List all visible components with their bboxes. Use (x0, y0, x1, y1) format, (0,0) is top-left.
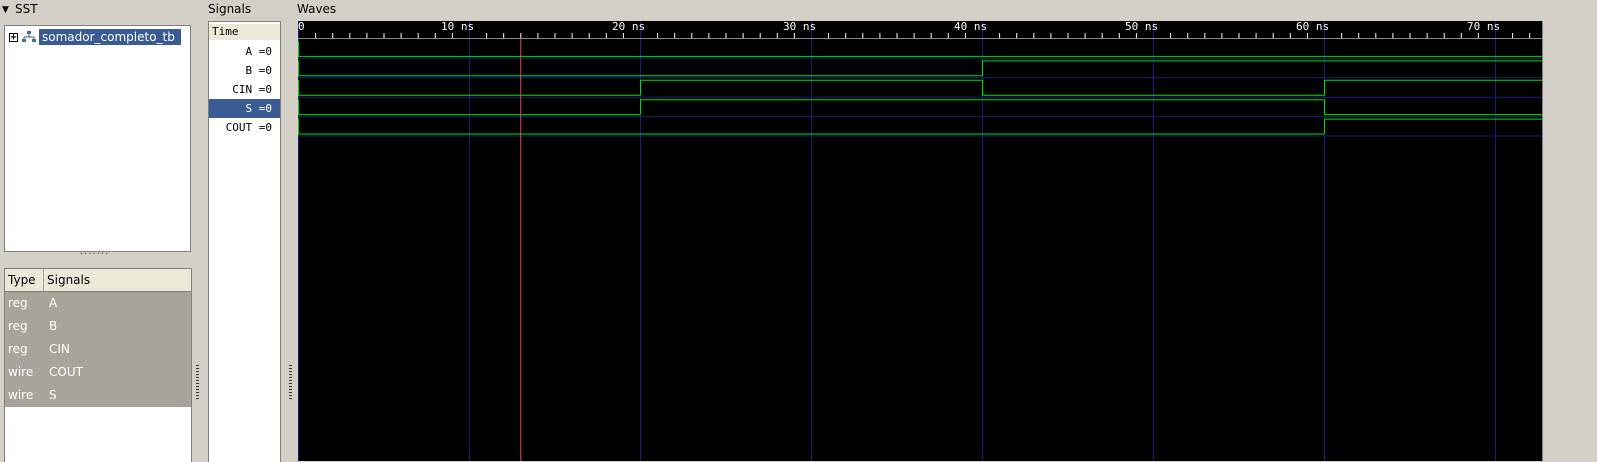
sst-collapse-icon[interactable]: ▼ (2, 5, 9, 15)
signal-type: reg (8, 342, 28, 356)
waves-canvas[interactable]: 010 ns20 ns30 ns40 ns50 ns60 ns70 ns80 n… (298, 21, 1542, 461)
pane-splitter-vertical[interactable] (289, 365, 292, 399)
signal-name: A (49, 296, 58, 310)
signal-type: reg (8, 319, 28, 333)
pane-splitter-vertical[interactable] (196, 365, 199, 399)
ruler-label: 40 ns (954, 21, 987, 33)
signal-type: wire (8, 365, 34, 379)
column-header-type[interactable]: Type (5, 269, 44, 291)
sst-title: SST (13, 2, 40, 16)
signal-list-table[interactable]: Type Signals reg A reg B reg CIN wire CO… (4, 268, 192, 462)
sst-tree[interactable]: + somador_completo_tb (4, 25, 191, 252)
tree-item-label: somador_completo_tb (39, 29, 181, 45)
ruler-label: 50 ns (1125, 21, 1158, 33)
pane-splitter-horizontal[interactable]: ······· (80, 249, 109, 260)
waveform-cout (298, 118, 1542, 135)
ruler-label: 70 ns (1467, 21, 1500, 33)
signal-list-row[interactable]: wire S (5, 384, 191, 407)
hierarchy-icon (22, 31, 36, 42)
trace-name-a[interactable]: A =0 (209, 42, 280, 61)
ruler-label: 60 ns (1296, 21, 1329, 33)
ruler-label: 10 ns (441, 21, 474, 33)
waves-title: Waves (295, 2, 339, 16)
signal-name: S (49, 388, 57, 402)
ruler-label: 30 ns (783, 21, 816, 33)
trace-name-cin[interactable]: CIN =0 (209, 80, 280, 99)
right-empty-area (1542, 21, 1597, 461)
waveform-display[interactable]: 010 ns20 ns30 ns40 ns50 ns60 ns70 ns80 n… (298, 21, 1542, 461)
signal-list-row[interactable]: wire COUT (5, 361, 191, 384)
ruler-label: 20 ns (612, 21, 645, 33)
signals-title: Signals (206, 2, 254, 16)
trace-name-s[interactable]: S =0 (209, 99, 280, 118)
signal-name: COUT (49, 365, 83, 379)
signal-type: wire (8, 388, 34, 402)
ruler-label: 0 (298, 21, 305, 33)
expand-icon[interactable]: + (9, 32, 18, 42)
signal-name: CIN (49, 342, 70, 356)
signals-pane[interactable]: Time A =0 B =0 CIN =0 S =0 COUT =0 (208, 21, 281, 462)
trace-name-b[interactable]: B =0 (209, 61, 280, 80)
signal-list-row[interactable]: reg A (5, 292, 191, 315)
column-header-signals[interactable]: Signals (44, 269, 191, 291)
signal-list-header: Type Signals (5, 269, 191, 292)
signal-list-row[interactable]: reg B (5, 315, 191, 338)
waveform-a (298, 41, 1542, 57)
waveform-b (298, 60, 1542, 77)
time-header: Time (209, 24, 280, 40)
tree-item-somador-completo-tb[interactable]: + somador_completo_tb (9, 29, 181, 45)
waveform-cin (298, 79, 1542, 96)
waveform-s (298, 99, 1542, 116)
signal-type: reg (8, 296, 28, 310)
signal-list-row[interactable]: reg CIN (5, 338, 191, 361)
signal-name: B (49, 319, 58, 333)
trace-name-cout[interactable]: COUT =0 (209, 118, 280, 137)
